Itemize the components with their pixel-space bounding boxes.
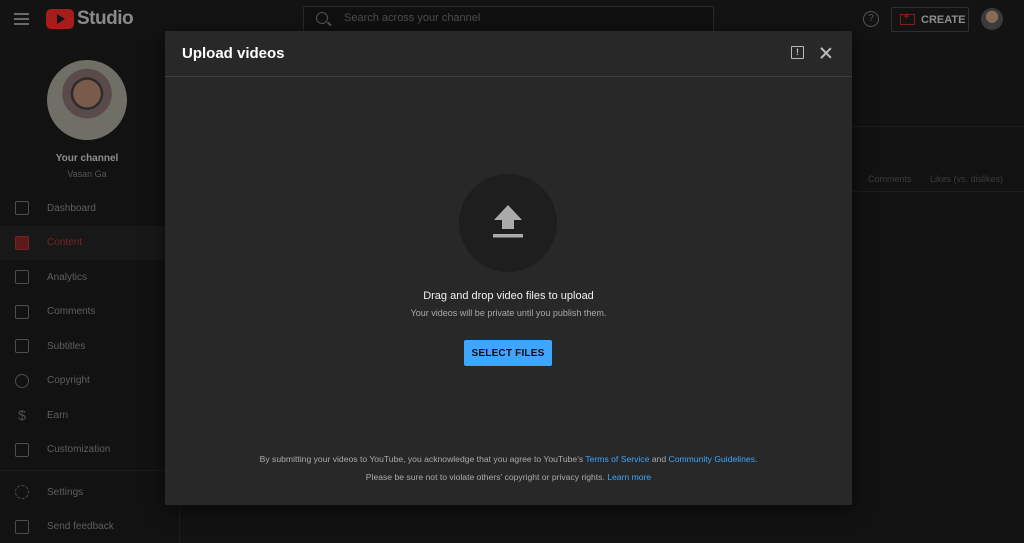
sidebar-item-comments[interactable]: Comments xyxy=(0,295,179,330)
sidebar-item-label: Analytics xyxy=(47,271,88,283)
channel-avatar[interactable] xyxy=(47,60,127,140)
legal-period: . xyxy=(754,454,758,464)
dialog-header: Upload videos ! xyxy=(165,31,852,77)
create-label: CREATE xyxy=(921,13,966,26)
sidebar-item-analytics[interactable]: Analytics xyxy=(0,260,179,295)
content-icon xyxy=(15,235,29,250)
upload-drop-zone[interactable] xyxy=(459,174,557,272)
sidebar-item-content[interactable]: Content xyxy=(0,225,179,260)
divider xyxy=(852,126,1024,127)
magic-wand-icon xyxy=(15,442,29,457)
sidebar-item-label: Dashboard xyxy=(47,202,96,214)
legal-text: Please be sure not to violate others' co… xyxy=(365,472,605,482)
account-avatar[interactable] xyxy=(981,8,1003,30)
comments-icon xyxy=(15,304,29,319)
sidebar-item-customization[interactable]: Customization xyxy=(0,433,179,468)
sidebar-item-label: Subtitles xyxy=(47,340,86,352)
subtitles-icon xyxy=(15,339,29,354)
upload-dialog: Upload videos ! Drag and drop video file… xyxy=(165,31,852,505)
analytics-icon xyxy=(15,270,29,285)
sidebar-item-label: Content xyxy=(47,237,83,249)
studio-logo[interactable]: Studio xyxy=(46,8,134,30)
sidebar-divider xyxy=(0,470,179,471)
legal-notice: By submitting your videos to YouTube, yo… xyxy=(165,454,852,464)
upload-arrow-icon xyxy=(493,205,523,238)
legal-text: and xyxy=(651,454,667,464)
help-icon[interactable]: ? xyxy=(863,11,879,27)
sidebar-item-copyright[interactable]: Copyright xyxy=(0,364,179,399)
feedback-icon xyxy=(15,519,29,534)
sidebar-item-earn[interactable]: $ Earn xyxy=(0,398,179,433)
create-button[interactable]: CREATE xyxy=(891,7,969,32)
gear-icon xyxy=(15,485,29,500)
dialog-title: Upload videos xyxy=(182,45,285,62)
copyright-notice: Please be sure not to violate others' co… xyxy=(165,472,852,482)
legal-text: By submitting your videos to YouTube, yo… xyxy=(259,454,584,464)
search-input[interactable] xyxy=(344,12,704,24)
sidebar: Your channel Vasan Ga Dashboard Content … xyxy=(0,38,180,543)
menu-icon[interactable] xyxy=(14,13,29,25)
search-bar[interactable] xyxy=(303,6,714,32)
sidebar-item-label: Copyright xyxy=(47,375,90,387)
youtube-logo-icon xyxy=(46,9,74,29)
sidebar-item-label: Settings xyxy=(47,486,84,498)
learn-more-link[interactable]: Learn more xyxy=(607,472,651,482)
column-header-comments[interactable]: Comments xyxy=(868,174,912,184)
divider xyxy=(852,191,1024,192)
dashboard-icon xyxy=(15,201,29,216)
channel-name: Vasan Ga xyxy=(67,169,107,179)
channel-title: Your channel xyxy=(55,153,119,164)
sidebar-item-settings[interactable]: Settings xyxy=(0,475,179,510)
sidebar-item-send-feedback[interactable]: Send feedback xyxy=(0,510,179,543)
select-files-button[interactable]: SELECT FILES xyxy=(464,340,552,366)
report-feedback-icon[interactable]: ! xyxy=(791,46,804,59)
copyright-icon xyxy=(15,373,29,388)
sidebar-item-dashboard[interactable]: Dashboard xyxy=(0,191,179,226)
column-header-likes[interactable]: Likes (vs. dislikes) xyxy=(930,174,1003,184)
community-guidelines-link[interactable]: Community Guidelines xyxy=(669,454,755,464)
logo-text: Studio xyxy=(77,8,134,29)
sidebar-nav: Dashboard Content Analytics Comments Sub… xyxy=(0,191,179,543)
search-icon xyxy=(316,12,328,24)
sidebar-item-subtitles[interactable]: Subtitles xyxy=(0,329,179,364)
sidebar-item-label: Comments xyxy=(47,306,96,318)
privacy-note: Your videos will be private until you pu… xyxy=(410,308,607,318)
dollar-icon: $ xyxy=(18,407,26,424)
drop-instructions: Drag and drop video files to upload xyxy=(423,290,594,302)
create-video-icon xyxy=(900,11,915,25)
terms-of-service-link[interactable]: Terms of Service xyxy=(585,454,649,464)
studio-app: Studio ? CREATE Your channel Vasan Ga Da… xyxy=(0,0,1024,543)
sidebar-item-label: Earn xyxy=(47,409,69,421)
sidebar-item-label: Send feedback xyxy=(47,521,114,533)
close-icon[interactable] xyxy=(818,45,834,61)
sidebar-item-label: Customization xyxy=(47,444,111,456)
